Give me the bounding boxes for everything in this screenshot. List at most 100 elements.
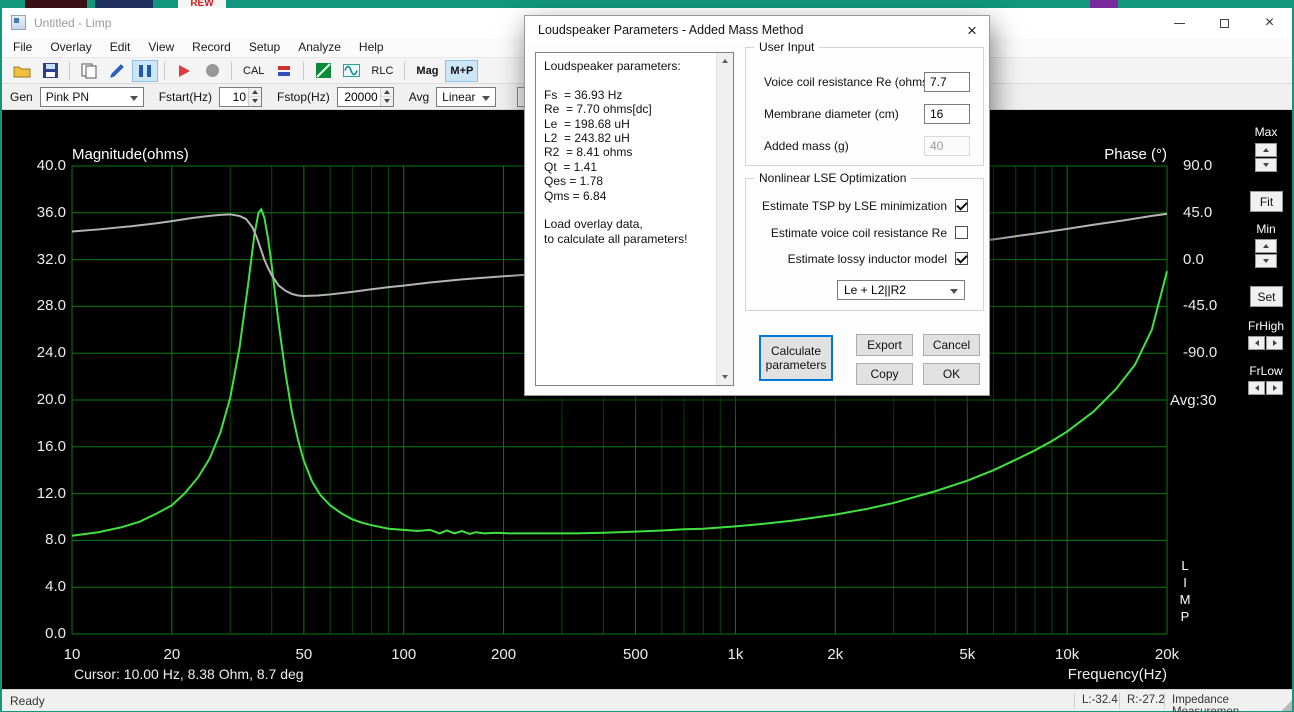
menu-record[interactable]: Record bbox=[183, 38, 240, 57]
min-down-button[interactable] bbox=[1255, 254, 1277, 268]
averaging-select[interactable]: Linear bbox=[436, 87, 496, 107]
estimate-lossy-checkbox[interactable] bbox=[955, 252, 968, 265]
dialog-close-button[interactable]: × bbox=[955, 16, 989, 45]
listbox-line bbox=[544, 203, 709, 217]
menu-file[interactable]: File bbox=[4, 38, 41, 57]
close-button[interactable]: × bbox=[1247, 8, 1292, 38]
y-left-tick-label: 4.0 bbox=[16, 578, 66, 595]
record-button[interactable] bbox=[199, 60, 225, 82]
re-input[interactable] bbox=[924, 72, 970, 92]
set-button[interactable]: Set bbox=[1250, 286, 1283, 307]
max-down-button[interactable] bbox=[1255, 158, 1277, 172]
generator-type-select[interactable]: Pink PN bbox=[40, 87, 144, 107]
open-button[interactable] bbox=[9, 60, 35, 82]
y-right-tick-label: -45.0 bbox=[1183, 297, 1237, 314]
spectrum-button[interactable] bbox=[310, 60, 336, 82]
pause-button[interactable] bbox=[132, 60, 158, 82]
menu-view[interactable]: View bbox=[139, 38, 183, 57]
overlay-button[interactable] bbox=[271, 60, 297, 82]
up-arrow-icon bbox=[384, 90, 390, 94]
menu-help[interactable]: Help bbox=[350, 38, 393, 57]
menu-edit[interactable]: Edit bbox=[101, 38, 140, 57]
gen-label: Gen bbox=[10, 90, 33, 104]
parameters-listbox[interactable]: Loudspeaker parameters: Fs = 36.93 Hz Re… bbox=[535, 52, 734, 386]
frhigh-left-button[interactable] bbox=[1248, 336, 1265, 350]
save-icon bbox=[43, 63, 58, 78]
y-left-tick-label: 12.0 bbox=[16, 485, 66, 502]
record-icon bbox=[206, 64, 219, 77]
x-tick-label: 50 bbox=[274, 646, 334, 663]
up-arrow-icon bbox=[1263, 148, 1269, 152]
save-button[interactable] bbox=[37, 60, 63, 82]
fstop-label: Fstop(Hz) bbox=[277, 90, 330, 104]
y-left-tick-label: 36.0 bbox=[16, 204, 66, 221]
down-arrow-icon bbox=[1263, 259, 1269, 263]
magnitude-phase-view-button[interactable]: M+P bbox=[445, 60, 478, 82]
down-arrow-icon bbox=[252, 99, 258, 103]
frlow-right-button[interactable] bbox=[1266, 381, 1283, 395]
membrane-diameter-label: Membrane diameter (cm) bbox=[764, 104, 899, 124]
estimate-lossy-label: Estimate lossy inductor model bbox=[757, 252, 947, 266]
app-icon bbox=[11, 15, 26, 30]
inductor-model-select[interactable]: Le + L2||R2 bbox=[837, 280, 965, 300]
edit-pen-button[interactable] bbox=[104, 60, 130, 82]
scroll-up-button[interactable] bbox=[717, 53, 733, 69]
menu-overlay[interactable]: Overlay bbox=[41, 38, 100, 57]
fit-button[interactable]: Fit bbox=[1250, 191, 1283, 212]
maximize-button[interactable] bbox=[1202, 8, 1247, 38]
added-mass-input bbox=[924, 136, 970, 156]
fstop-up-button[interactable] bbox=[381, 88, 393, 98]
x-tick-label: 20 bbox=[142, 646, 202, 663]
right-arrow-icon bbox=[1273, 385, 1277, 391]
minimize-button[interactable] bbox=[1157, 8, 1202, 38]
limp-logo-letter: P bbox=[1178, 609, 1192, 624]
frhigh-label: FrHigh bbox=[1240, 319, 1292, 333]
ok-button[interactable]: OK bbox=[923, 363, 980, 385]
y-right-tick-label: 0.0 bbox=[1183, 251, 1237, 268]
desktop: REW Untitled - Limp × File Overlay Edit … bbox=[0, 0, 1294, 712]
fstart-down-button[interactable] bbox=[249, 97, 261, 106]
fstart-label: Fstart(Hz) bbox=[159, 90, 212, 104]
limp-logo-letter: I bbox=[1178, 575, 1192, 590]
fstart-up-button[interactable] bbox=[249, 88, 261, 98]
status-ready: Ready bbox=[10, 694, 45, 708]
fstart-input[interactable] bbox=[220, 88, 248, 106]
cancel-button[interactable]: Cancel bbox=[923, 334, 980, 356]
estimate-tsp-checkbox[interactable] bbox=[955, 199, 968, 212]
listbox-scrollbar[interactable] bbox=[716, 53, 733, 385]
fstop-down-button[interactable] bbox=[381, 97, 393, 106]
max-up-button[interactable] bbox=[1255, 143, 1277, 157]
copy-button[interactable]: Copy bbox=[856, 363, 913, 385]
fstop-stepper bbox=[337, 87, 394, 107]
menu-setup[interactable]: Setup bbox=[240, 38, 289, 57]
status-separator bbox=[1119, 693, 1120, 708]
copy-button[interactable] bbox=[76, 60, 102, 82]
estimate-re-checkbox[interactable] bbox=[955, 226, 968, 239]
menu-analyze[interactable]: Analyze bbox=[289, 38, 350, 57]
x-tick-label: 100 bbox=[374, 646, 434, 663]
frlow-left-button[interactable] bbox=[1248, 381, 1265, 395]
background-window-fragment bbox=[25, 0, 87, 8]
toolbar-separator bbox=[404, 62, 405, 80]
play-button[interactable] bbox=[171, 60, 197, 82]
frhigh-right-button[interactable] bbox=[1266, 336, 1283, 350]
waveform-icon bbox=[343, 64, 360, 77]
magnitude-view-button[interactable]: Mag bbox=[411, 60, 443, 82]
copy-icon bbox=[81, 63, 97, 79]
avg-count-label: Avg:30 bbox=[1170, 392, 1216, 409]
calculate-parameters-button[interactable]: Calculate parameters bbox=[759, 335, 833, 381]
rlc-button[interactable]: RLC bbox=[366, 60, 398, 82]
scroll-down-button[interactable] bbox=[717, 369, 733, 385]
fstop-input[interactable] bbox=[338, 88, 380, 106]
toolbar-separator bbox=[303, 62, 304, 80]
x-tick-label: 10k bbox=[1037, 646, 1097, 663]
calibrate-button[interactable]: CAL bbox=[238, 60, 269, 82]
export-button[interactable]: Export bbox=[856, 334, 913, 356]
frlow-stepper bbox=[1248, 381, 1283, 395]
membrane-diameter-input[interactable] bbox=[924, 104, 970, 124]
frhigh-stepper bbox=[1248, 336, 1283, 350]
signal-generator-button[interactable] bbox=[338, 60, 364, 82]
min-up-button[interactable] bbox=[1255, 239, 1277, 253]
resize-grip[interactable] bbox=[1280, 699, 1292, 711]
y-right-tick-label: 45.0 bbox=[1183, 204, 1237, 221]
